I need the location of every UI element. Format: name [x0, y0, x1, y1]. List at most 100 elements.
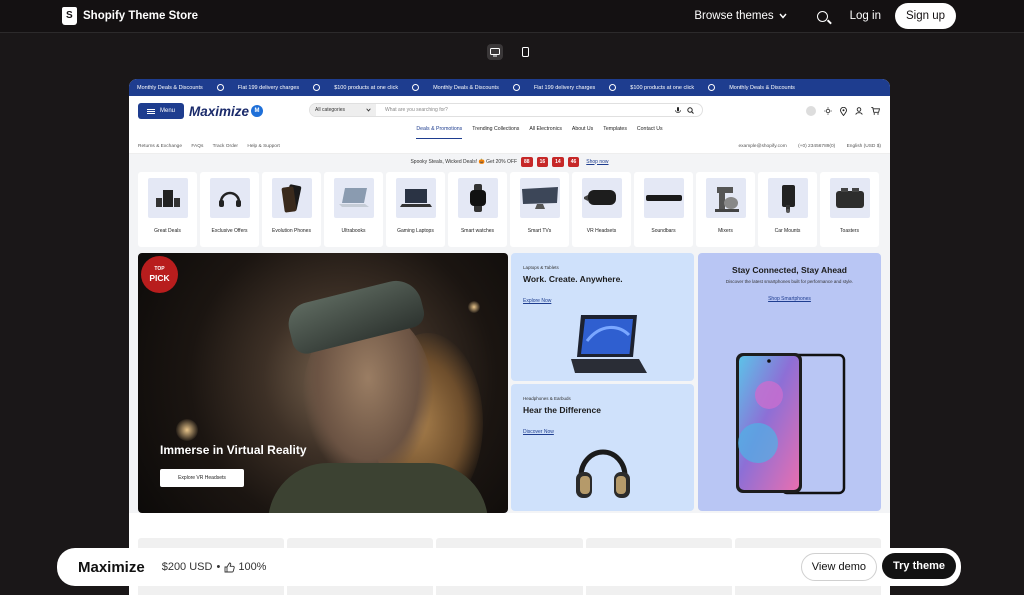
nav-trending-collections[interactable]: Trending Collections [472, 126, 519, 139]
util-help-link[interactable]: Help & Support [247, 144, 280, 149]
util-track-order-link[interactable]: Track Order [213, 144, 238, 149]
laptops-title: Work. Create. Anywhere. [523, 274, 623, 284]
theme-preview-frame: Monthly Deals & Discounts Flat 199 deliv… [129, 79, 890, 595]
ticker-item: Flat 199 delivery charges [533, 84, 596, 91]
category-select-value: All categories [315, 107, 346, 113]
thumbs-up-icon [224, 562, 236, 572]
category-label: Car Mounts [774, 228, 801, 234]
promo-text: Spooky Steals, Wicked Deals! 🎃 Get 20% O… [410, 158, 518, 165]
hero-banner[interactable]: TOP PICK Immerse in Virtual Reality Expl… [138, 253, 508, 513]
bokeh-light [468, 301, 480, 313]
hamburger-icon [147, 108, 155, 114]
category-card[interactable]: Smart TVs [510, 172, 569, 247]
category-label: Gaming Laptops [397, 228, 434, 234]
util-phone[interactable]: (+0) 23456789(0) [798, 144, 835, 149]
category-label: Exclusive Offers [211, 228, 248, 234]
nav-about-us[interactable]: About Us [572, 126, 593, 139]
category-card[interactable]: Toasters [820, 172, 879, 247]
category-label: Toasters [840, 228, 859, 234]
cart-icon[interactable] [871, 107, 880, 115]
user-icon[interactable] [855, 107, 863, 115]
view-demo-button[interactable]: View demo [800, 553, 877, 581]
badge-top-text: TOP [154, 265, 165, 272]
fire-icon [609, 84, 617, 91]
menu-button[interactable]: Menu [138, 103, 185, 119]
countdown-minutes: 14 [552, 156, 564, 167]
store-logo[interactable]: Maximize M [189, 104, 264, 119]
phone-image [271, 178, 312, 218]
chevron-down-icon [366, 108, 371, 112]
smartphones-subtitle: Discover the latest smartphones built fo… [725, 279, 854, 284]
explore-vr-button[interactable]: Explore VR Headsets [160, 469, 244, 487]
announcement-ticker: Monthly Deals & Discounts Flat 199 deliv… [129, 79, 890, 96]
category-card[interactable]: VR Headsets [572, 172, 631, 247]
countdown-hours: 16 [536, 156, 549, 167]
laptop-image [571, 315, 647, 373]
category-label: Evolution Phones [272, 228, 311, 234]
promo-strip: Spooky Steals, Wicked Deals! 🎃 Get 20% O… [129, 154, 890, 169]
laptops-banner[interactable]: Laptops & Tablets Work. Create. Anywhere… [511, 253, 694, 381]
category-card[interactable]: Soundbars [634, 172, 693, 247]
countdown-seconds: 46 [567, 156, 580, 167]
category-card[interactable]: Gaming Laptops [386, 172, 445, 247]
mobile-icon [521, 47, 529, 57]
nav-contact-us[interactable]: Contact Us [637, 126, 663, 139]
nav-deals-promotions[interactable]: Deals & Promotions [416, 126, 463, 139]
sun-icon[interactable] [824, 107, 832, 115]
category-label: Ultrabooks [341, 228, 366, 234]
menu-label: Menu [160, 108, 176, 114]
promo-shop-now-link[interactable]: Shop now [586, 159, 608, 165]
util-faqs-link[interactable]: FAQs [191, 144, 203, 149]
category-grid: Great Deals Exclusive Offers Evolution P… [129, 169, 890, 251]
category-card[interactable]: Car Mounts [758, 172, 817, 247]
store-search-input[interactable]: What are you searching for? [376, 107, 675, 113]
login-link[interactable]: Log in [850, 10, 881, 22]
shopify-brand[interactable]: Shopify Theme Store [62, 7, 198, 25]
earbuds-image [209, 178, 250, 218]
category-label: Smart TVs [527, 228, 552, 234]
theme-name: Maximize [78, 558, 145, 576]
desktop-view-button[interactable] [487, 44, 503, 60]
util-language-selector[interactable]: English (USD $) [847, 144, 881, 149]
headphones-discover-link[interactable]: Discover Now [523, 429, 682, 435]
smartphones-title: Stay Connected, Stay Ahead [732, 265, 847, 275]
category-card[interactable]: Ultrabooks [324, 172, 383, 247]
category-card[interactable]: Exclusive Offers [200, 172, 259, 247]
utility-links: Returns & Exchange FAQs Track Order Help… [138, 144, 288, 149]
util-returns-link[interactable]: Returns & Exchange [138, 144, 182, 149]
category-nav: Deals & Promotions Trending Collections … [129, 126, 890, 139]
theme-price: $200 USD [161, 561, 213, 573]
category-label: Great Deals [154, 228, 181, 234]
laptops-explore-link[interactable]: Explore Now [523, 298, 682, 304]
header-actions [806, 106, 880, 116]
search-icon[interactable] [687, 106, 694, 114]
try-theme-button[interactable]: Try theme [882, 553, 956, 579]
browse-themes-menu[interactable]: Browse themes [694, 10, 787, 22]
chevron-down-icon [779, 13, 787, 19]
mobile-view-button[interactable] [517, 44, 533, 60]
percent-icon [216, 84, 224, 91]
percent-icon [512, 84, 520, 91]
nav-templates[interactable]: Templates [603, 126, 627, 139]
category-select[interactable]: All categories [310, 104, 376, 116]
location-pin-icon[interactable] [840, 106, 847, 116]
theme-toggle[interactable] [806, 106, 816, 116]
category-card[interactable]: Evolution Phones [262, 172, 321, 247]
microphone-icon[interactable] [675, 106, 681, 114]
smartphones-banner[interactable]: Stay Connected, Stay Ahead Discover the … [698, 253, 881, 511]
headphones-title: Hear the Difference [523, 405, 601, 415]
nav-all-electronics[interactable]: All Electronics [529, 126, 562, 139]
headphones-banner[interactable]: Headphones & Earbuds Hear the Difference… [511, 384, 694, 511]
util-email[interactable]: example@shopify.com [738, 144, 786, 149]
mixer-image [705, 178, 746, 218]
category-label: Mixers [718, 228, 733, 234]
top-pick-badge: TOP PICK [141, 256, 178, 293]
shop-smartphones-link[interactable]: Shop Smartphones [698, 296, 881, 302]
signup-button[interactable]: Sign up [894, 3, 956, 29]
category-card[interactable]: Smart watches [448, 172, 507, 247]
theme-store-header: Shopify Theme Store Browse themes Log in… [0, 0, 1024, 33]
browse-themes-label: Browse themes [694, 10, 774, 22]
category-card[interactable]: Mixers [696, 172, 755, 247]
search-icon[interactable] [816, 10, 828, 22]
category-card[interactable]: Great Deals [138, 172, 197, 247]
